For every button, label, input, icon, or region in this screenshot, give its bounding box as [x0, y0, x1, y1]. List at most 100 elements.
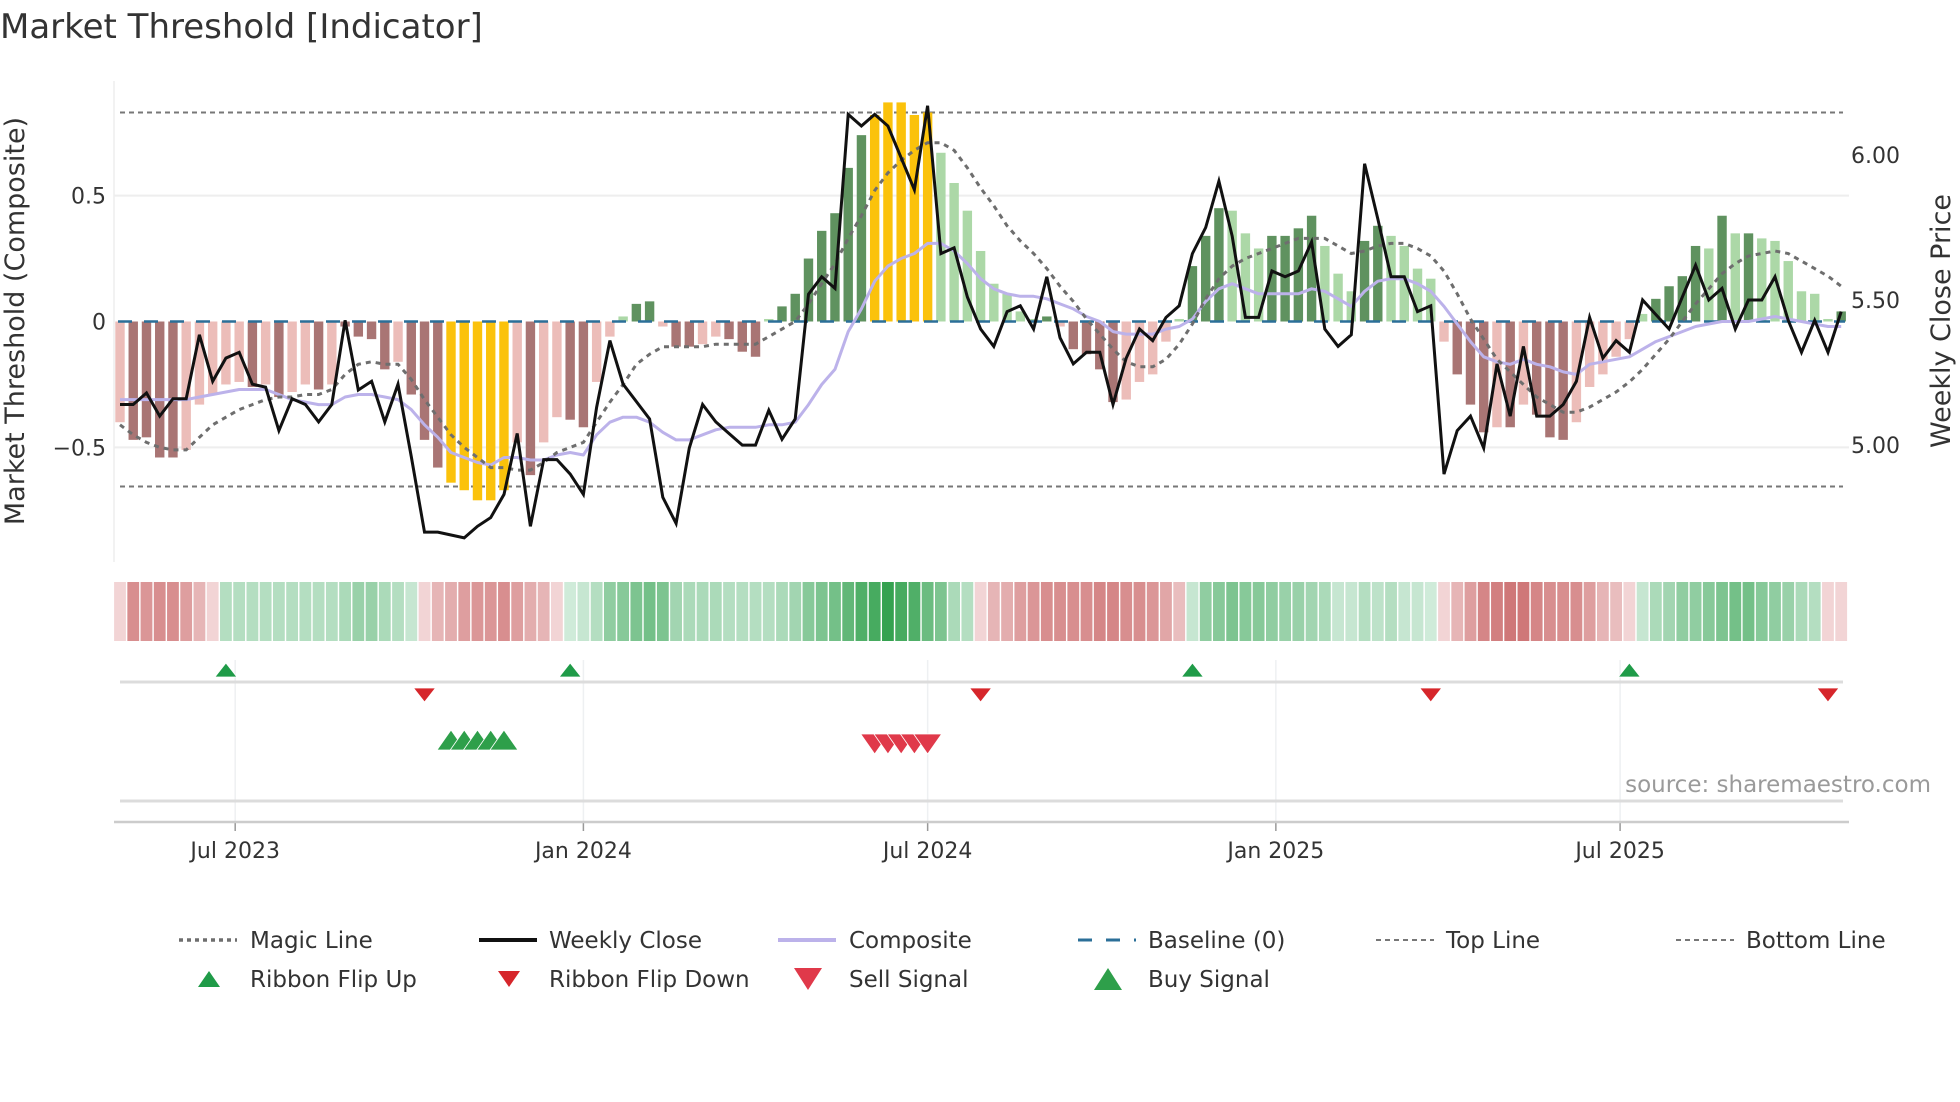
ribbon-cell — [656, 582, 669, 641]
legend-item: Weekly Close — [479, 928, 702, 954]
composite-bar — [260, 321, 271, 385]
ribbon-cell — [405, 582, 418, 641]
ribbon-cell — [418, 582, 431, 641]
ribbon-cell — [1040, 582, 1053, 641]
ribbon-cell — [842, 582, 855, 641]
legend-label: Bottom Line — [1746, 928, 1886, 954]
ribbon-cell — [1689, 582, 1702, 641]
composite-bar — [750, 321, 761, 357]
x-tick-label: Jul 2023 — [188, 839, 280, 864]
ribbon-cell — [1491, 582, 1503, 641]
ribbon-cell — [167, 582, 179, 641]
ribbon-cell — [551, 582, 563, 641]
ribbon-flip-down-marker — [412, 687, 437, 703]
market-threshold-chart: Market Threshold [Indicator] 0.5 0 −0.5 6.0… — [0, 7, 1957, 993]
ribbon-cell — [458, 582, 471, 641]
ribbon-cell — [1279, 582, 1292, 641]
ribbon-cell — [1173, 582, 1186, 641]
ribbon-cell — [1702, 582, 1715, 641]
ribbon-cell — [934, 582, 947, 641]
composite-bar — [909, 114, 920, 322]
ribbon-flip-up-legend-icon — [198, 971, 220, 987]
ribbon-cell — [114, 582, 126, 641]
ribbon-cell — [153, 582, 166, 641]
composite-bar — [115, 321, 125, 423]
composite-bar — [896, 102, 906, 322]
legend-item: Ribbon Flip Down — [498, 967, 750, 993]
composite-bar — [1823, 318, 1833, 322]
composite-bar — [499, 321, 509, 491]
legend-label: Buy Signal — [1148, 967, 1270, 993]
ribbon-cell — [1332, 582, 1344, 641]
composite-bar — [1558, 321, 1568, 440]
ribbon-cell — [1146, 582, 1159, 641]
composite-bar — [1704, 248, 1714, 322]
ribbon-cell — [352, 582, 365, 641]
ribbon-cell — [603, 582, 616, 641]
legend-label: Weekly Close — [549, 928, 702, 954]
composite-bar — [300, 321, 311, 385]
ribbon-flip-up-marker — [1180, 662, 1205, 678]
sell-signal-legend-icon — [794, 968, 822, 990]
ribbon-cell — [683, 582, 696, 641]
composite-bar — [1214, 208, 1224, 322]
ribbon-cell — [1001, 582, 1013, 641]
composite-bar — [512, 321, 522, 443]
composite-bar — [1373, 225, 1383, 322]
ribbon-cell — [1636, 582, 1649, 641]
ribbon-cell — [378, 582, 391, 641]
ribbon-cell — [723, 582, 735, 641]
trend-ribbon — [114, 582, 1848, 641]
ribbon-cell — [696, 582, 709, 641]
legend-item: Buy Signal — [1094, 967, 1270, 993]
ribbon-cell — [1411, 582, 1424, 641]
x-tick-label: Jan 2025 — [1225, 839, 1324, 864]
ribbon-cell — [127, 582, 140, 641]
composite-bar — [697, 321, 708, 345]
ribbon-cell — [1199, 582, 1212, 641]
ribbon-cell — [246, 582, 259, 641]
ribbon-cell — [1517, 582, 1530, 641]
composite-bar — [684, 321, 695, 347]
ribbon-cell — [908, 582, 921, 641]
ribbon-flip-up-marker — [558, 662, 582, 678]
composite-bar — [1717, 215, 1727, 322]
composite-bar — [380, 321, 390, 370]
ribbon-cell — [312, 582, 325, 641]
ribbon-cell — [537, 582, 550, 641]
ribbon-cell — [511, 582, 524, 641]
ribbon-cell — [670, 582, 682, 641]
composite-bar — [1081, 321, 1092, 355]
composite-bar — [1412, 268, 1423, 322]
ribbon-flip-down-marker — [1418, 687, 1443, 703]
ribbon-cell — [1054, 582, 1066, 641]
legend-label: Composite — [849, 928, 972, 954]
composite-bar — [1068, 321, 1078, 350]
legend-item: Top Line — [1376, 928, 1540, 954]
ribbon-cell — [431, 582, 444, 641]
ribbon-cell — [1610, 582, 1623, 641]
composite-bar — [1545, 321, 1555, 438]
composite-bar — [353, 321, 364, 337]
ribbon-cell — [1742, 582, 1755, 641]
ribbon-cell — [392, 582, 404, 641]
composite-bar — [1280, 235, 1290, 322]
composite-bar — [1042, 316, 1052, 322]
ribbon-cell — [365, 582, 378, 641]
ribbon-cell — [1345, 582, 1358, 641]
ribbon-cell — [709, 582, 722, 641]
composite-bar — [975, 250, 986, 322]
composite-bar — [141, 321, 152, 438]
legend-item: Ribbon Flip Up — [198, 967, 417, 993]
ribbon-cell — [1160, 582, 1172, 641]
ribbon-cell — [1133, 582, 1146, 641]
composite-bar — [1796, 291, 1807, 322]
ribbon-cell — [193, 582, 206, 641]
ribbon-flip-up-marker — [214, 662, 238, 678]
ribbon-cell — [1649, 582, 1662, 641]
composite-bar — [1664, 286, 1674, 322]
composite-bar — [1293, 228, 1304, 322]
buy-signal-legend-icon — [1094, 968, 1122, 990]
ribbon-cell — [1424, 582, 1437, 641]
ribbon-cell — [1769, 582, 1781, 641]
